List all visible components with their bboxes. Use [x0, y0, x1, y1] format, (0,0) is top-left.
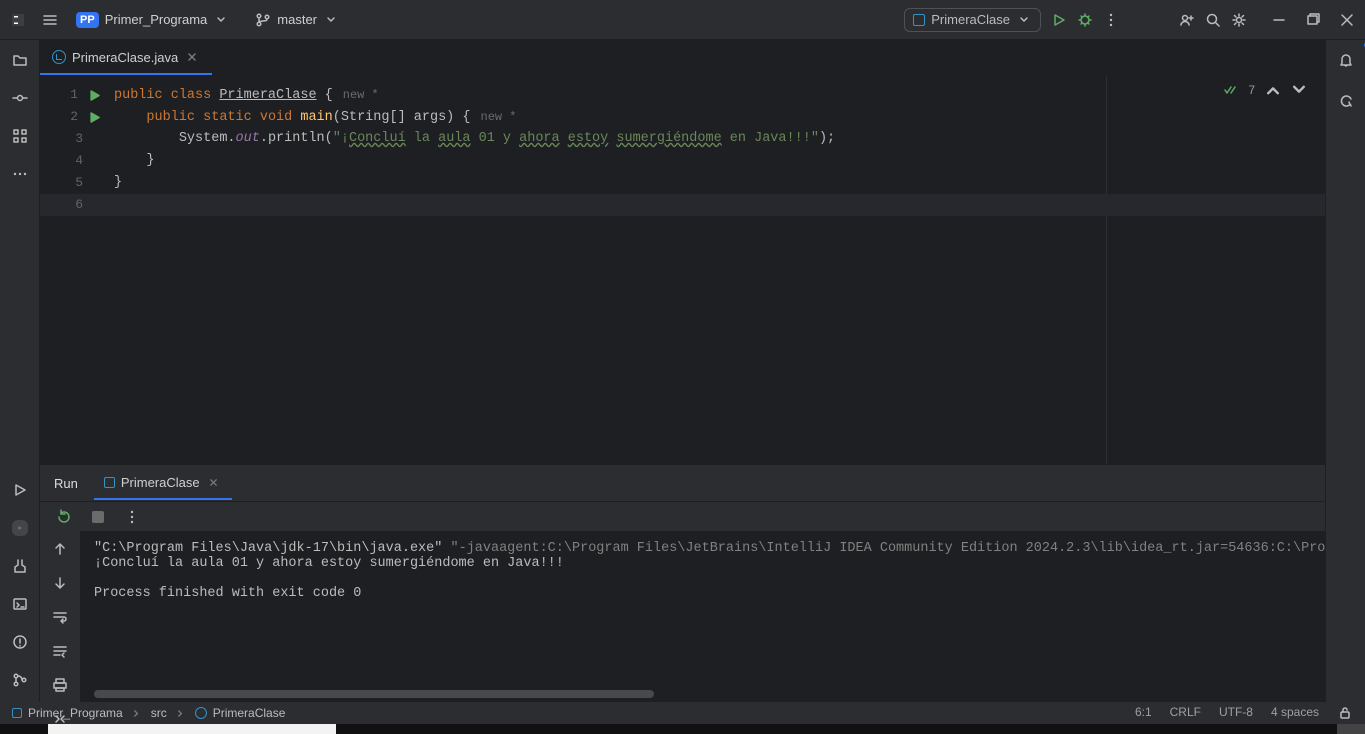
build-tool-icon[interactable] [12, 558, 28, 574]
code-area[interactable]: public class PrimeraClase {new * public … [108, 76, 1325, 464]
run-config-icon [913, 14, 925, 26]
minimize-icon[interactable] [1271, 12, 1287, 28]
run-gutter-icon[interactable] [86, 87, 102, 103]
terminal-tool-icon[interactable] [12, 596, 28, 612]
java-class-icon [195, 707, 207, 719]
debug-button[interactable] [1077, 12, 1093, 28]
more-tools-icon[interactable] [12, 166, 28, 182]
branch-selector[interactable]: master [247, 8, 347, 32]
run-tool-icon[interactable] [12, 482, 28, 498]
branch-icon [255, 12, 271, 28]
close-icon[interactable] [1339, 12, 1355, 28]
console-line: "C:\Program Files\Java\jdk-17\bin\java.e… [94, 541, 450, 556]
chevron-down-icon [213, 12, 229, 28]
editor-tab-bar: PrimeraClase.java [40, 40, 1325, 76]
main-menu-icon[interactable] [42, 12, 58, 28]
breadcrumb[interactable]: PrimeraClase [213, 706, 286, 720]
run-more-icon[interactable] [124, 509, 140, 525]
console-side-toolbar [40, 531, 80, 702]
run-tab[interactable]: PrimeraClase [94, 466, 232, 500]
close-tab-icon[interactable] [184, 49, 200, 65]
console-line: ¡Concluí la aula 01 y ahora estoy sumerg… [94, 556, 1311, 571]
project-tool-icon[interactable] [12, 52, 28, 68]
console-line: Process finished with exit code 0 [94, 586, 1311, 601]
print-icon[interactable] [52, 677, 68, 693]
run-tab-label: PrimeraClase [121, 475, 200, 490]
run-gutter-icon[interactable] [86, 109, 102, 125]
more-actions-icon[interactable] [1103, 12, 1119, 28]
rerun-icon[interactable] [56, 509, 72, 525]
ai-assistant-icon[interactable] [1338, 93, 1354, 109]
editor-tab[interactable]: PrimeraClase.java [40, 41, 212, 75]
left-tool-stripe [0, 40, 40, 702]
up-icon[interactable] [52, 541, 68, 557]
maximize-icon[interactable] [1305, 12, 1321, 28]
code-with-me-icon[interactable] [1179, 12, 1195, 28]
down-icon[interactable] [52, 575, 68, 591]
commit-tool-icon[interactable] [12, 90, 28, 106]
cursor-position[interactable]: 6:1 [1135, 705, 1152, 721]
encoding[interactable]: UTF-8 [1219, 705, 1253, 721]
close-run-tab-icon[interactable] [206, 474, 222, 490]
horizontal-scrollbar[interactable] [94, 690, 654, 698]
line-number: 6 [75, 194, 83, 216]
console-line: "-javaagent:C:\Program Files\JetBrains\I… [450, 541, 1325, 556]
search-icon[interactable] [1205, 12, 1221, 28]
chevron-down-icon [1016, 12, 1032, 28]
vcs-tool-icon[interactable] [12, 672, 28, 688]
scroll-to-end-icon[interactable] [52, 643, 68, 659]
title-bar: PP Primer_Programa master PrimeraClase [0, 0, 1365, 40]
line-number: 1 [70, 84, 78, 106]
run-config-selector[interactable]: PrimeraClase [904, 8, 1041, 32]
line-number: 2 [70, 106, 78, 128]
project-badge: PP [76, 12, 99, 28]
module-icon [12, 708, 22, 718]
settings-icon[interactable] [1231, 12, 1247, 28]
java-class-icon [52, 50, 66, 64]
breadcrumb[interactable]: Primer_Programa [28, 706, 123, 720]
app-logo-icon [10, 12, 26, 28]
navigation-bar: Primer_Programa src PrimeraClase 6:1 CRL… [0, 702, 1365, 724]
problems-tool-icon[interactable] [12, 634, 28, 650]
run-toolbar [40, 501, 1325, 531]
readonly-lock-icon[interactable] [1337, 705, 1353, 721]
stop-icon[interactable] [92, 511, 104, 523]
run-button[interactable] [1051, 12, 1067, 28]
soft-wrap-icon[interactable] [52, 609, 68, 625]
run-tool-window: Run PrimeraClase [40, 464, 1325, 702]
chevron-right-icon [173, 705, 189, 721]
structure-tool-icon[interactable] [12, 128, 28, 144]
editor[interactable]: 7 1 2 3 4 5 6 public class PrimeraClase … [40, 76, 1325, 464]
os-taskbar [0, 724, 1365, 734]
line-number: 3 [75, 128, 83, 150]
line-number: 4 [75, 150, 83, 172]
notifications-icon[interactable] [1338, 52, 1354, 68]
run-panel-title: Run [54, 476, 78, 491]
run-tool-active-icon[interactable] [12, 520, 28, 536]
project-selector[interactable]: PP Primer_Programa [68, 8, 237, 32]
line-separator[interactable]: CRLF [1170, 705, 1201, 721]
project-name-label: Primer_Programa [105, 12, 208, 27]
right-tool-stripe [1325, 40, 1365, 702]
chevron-right-icon [129, 705, 145, 721]
line-number: 5 [75, 172, 83, 194]
breadcrumb[interactable]: src [151, 706, 167, 720]
indent[interactable]: 4 spaces [1271, 705, 1319, 721]
branch-label: master [277, 12, 317, 27]
run-config-label: PrimeraClase [931, 12, 1010, 27]
console-output[interactable]: "C:\Program Files\Java\jdk-17\bin\java.e… [80, 531, 1325, 702]
tab-options-icon[interactable] [1297, 59, 1325, 75]
tab-filename: PrimeraClase.java [72, 50, 178, 65]
chevron-down-icon [323, 12, 339, 28]
run-tab-icon [104, 477, 115, 488]
gutter: 1 2 3 4 5 6 [40, 76, 108, 464]
